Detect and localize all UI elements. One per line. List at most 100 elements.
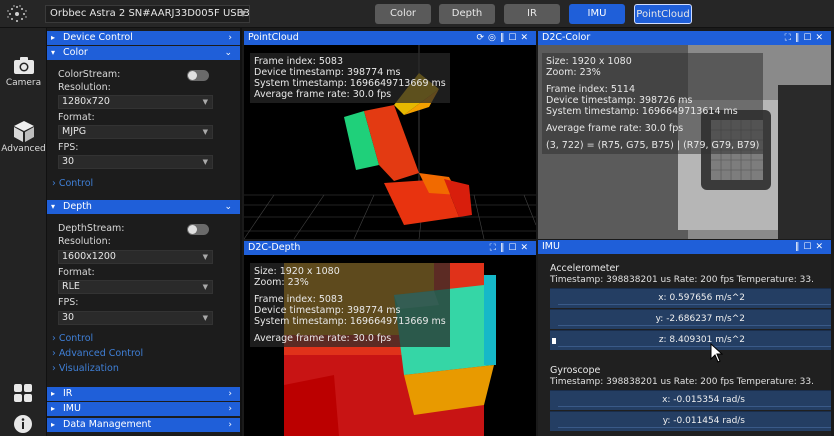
accelerometer-meta: Timestamp: 398838201 us Rate: 200 fps Te… [550,275,814,285]
stream-button-depth[interactable]: Depth [439,4,495,24]
device-select[interactable]: Orbbec Astra 2 SN#AARJ33D005F USB3.0 ▼ [45,5,250,23]
depth-format-label: Format: [58,267,95,278]
mouse-cursor-icon [710,343,724,363]
caret-down-icon: ▾ [51,48,56,57]
section-ir-label: IR [63,388,73,399]
accel-z-row: z: 8.409301 m/s^2 [550,330,831,350]
gyro-x-value: x: -0.015354 rad/s [662,395,745,405]
indicator-marker [552,338,556,344]
color-stream-label: ColorStream: [58,69,121,80]
depth-control-link[interactable]: › Control [52,333,93,344]
depth-control-label: Control [58,333,94,344]
panel-controls: ⛶‖☐✕ [785,31,827,45]
stream-button-pointcloud[interactable]: PointCloud [634,4,692,24]
section-device-control-label: Device Control [63,32,133,43]
d2c-color-system-ts: System timestamp: 1696649713614 ms [546,106,738,117]
depth-fps-select[interactable]: 30 ▼ [58,311,213,325]
depth-format-value: RLE [62,281,80,292]
depth-stream-toggle[interactable] [187,224,209,235]
d2c-color-view[interactable]: Size: 1920 x 1080 Zoom: 23% Frame index:… [538,45,831,239]
imu-title: IMU [542,241,560,252]
d2c-color-pixel-readout: (3, 722) = (R75, G75, B75) | (R79, G79, … [546,140,760,151]
stream-button-ir[interactable]: IR [504,4,560,24]
maximize-icon[interactable]: ☐ [803,242,815,252]
caret-down-icon: ▾ [51,202,56,211]
info-icon[interactable] [13,414,33,434]
accel-x-row: x: 0.597656 m/s^2 [550,288,831,308]
close-icon[interactable]: ✕ [520,243,532,253]
nav-advanced-label: Advanced [1,144,46,154]
depth-visualization-link[interactable]: › Visualization [52,363,119,374]
d2c-depth-fps: Average frame rate: 30.0 fps [254,333,392,344]
d2c-depth-zoom: Zoom: 23% [254,277,309,288]
color-resolution-select[interactable]: 1280x720 ▼ [58,95,213,109]
d2c-depth-view[interactable]: Size: 1920 x 1080 Zoom: 23% Frame index:… [244,255,536,436]
nav-camera-label: Camera [5,78,42,88]
d2c-color-title: D2C-Color [542,32,591,43]
pointcloud-fps: Average frame rate: 30.0 fps [254,89,392,100]
panel-controls: ⟳◎‖☐✕ [476,31,532,45]
d2c-color-size: Size: 1920 x 1080 [546,56,632,67]
section-data-management[interactable]: ▸ Data Management › [47,418,240,432]
depth-resolution-select[interactable]: 1600x1200 ▼ [58,250,213,264]
left-nav: Camera Advanced [0,28,47,436]
depth-format-select[interactable]: RLE ▼ [58,280,213,294]
grid-apps-icon[interactable] [13,384,33,402]
d2c-color-zoom: Zoom: 23% [546,67,601,78]
nav-camera[interactable]: Camera [0,54,47,88]
maximize-icon[interactable]: ☐ [508,33,520,43]
close-icon[interactable]: ✕ [815,33,827,43]
section-depth[interactable]: ▾ Depth ⌄ [47,200,240,214]
color-format-label: Format: [58,112,95,123]
pointcloud-title: PointCloud [248,32,299,43]
section-imu-label: IMU [63,403,81,414]
maximize-icon[interactable]: ☐ [803,33,815,43]
color-control-link[interactable]: › Control [52,178,93,189]
depth-fps-label: FPS: [58,297,79,308]
refresh-icon[interactable]: ⟳ [476,33,488,43]
caret-right-icon: ▸ [51,33,56,42]
fit-icon[interactable]: ⛶ [490,243,500,253]
fit-icon[interactable]: ⛶ [785,33,795,43]
chevron-right-icon: › [228,404,232,414]
stream-button-color[interactable]: Color [375,4,431,24]
pointcloud-view[interactable]: Frame index: 5083 Device timestamp: 3987… [244,45,536,239]
gyroscope-title: Gyroscope [550,365,601,376]
stream-button-imu[interactable]: IMU [569,4,625,24]
color-control-label: Control [58,178,94,189]
depth-resolution-value: 1600x1200 [62,251,116,262]
pointcloud-panel: PointCloud ⟳◎‖☐✕ Frame index: 5083 Devic… [244,31,536,239]
section-color[interactable]: ▾ Color ⌄ [47,46,240,60]
color-fps-select[interactable]: 30 ▼ [58,155,213,169]
section-imu[interactable]: ▸ IMU › [47,402,240,416]
section-data-management-label: Data Management [63,419,152,430]
close-icon[interactable]: ✕ [520,33,532,43]
d2c-depth-frame-index: Frame index: 5083 [254,294,344,305]
d2c-depth-title: D2C-Depth [248,242,301,253]
close-icon[interactable]: ✕ [815,242,827,252]
maximize-icon[interactable]: ☐ [508,243,520,253]
pointcloud-device-ts: Device timestamp: 398774 ms [254,67,401,78]
caret-right-icon: ▸ [51,404,56,413]
color-resolution-label: Resolution: [58,82,111,93]
chevron-down-icon: ▼ [202,128,208,136]
depth-fps-value: 30 [62,312,75,323]
color-fps-label: FPS: [58,142,79,153]
cube-icon [13,121,34,142]
pointcloud-system-ts: System timestamp: 1696649713669 ms [254,78,446,89]
accelerometer-title: Accelerometer [550,263,620,274]
chevron-down-icon: ▼ [202,314,208,322]
record-icon[interactable]: ◎ [488,33,500,43]
gyro-y-value: y: -0.011454 rad/s [662,416,745,426]
pointcloud-panel-title: PointCloud ⟳◎‖☐✕ [244,31,536,45]
nav-advanced[interactable]: Advanced [0,120,47,154]
d2c-depth-system-ts: System timestamp: 1696649713669 ms [254,316,446,327]
section-device-control[interactable]: ▸ Device Control › [47,31,240,45]
color-format-select[interactable]: MJPG ▼ [58,125,213,139]
section-ir[interactable]: ▸ IR › [47,387,240,401]
depth-advanced-link[interactable]: › Advanced Control [52,348,143,359]
color-stream-toggle[interactable] [187,70,209,81]
accel-z-value: z: 8.409301 m/s^2 [658,335,745,345]
pointcloud-info-overlay: Frame index: 5083 Device timestamp: 3987… [250,53,450,103]
depth-resolution-label: Resolution: [58,236,111,247]
